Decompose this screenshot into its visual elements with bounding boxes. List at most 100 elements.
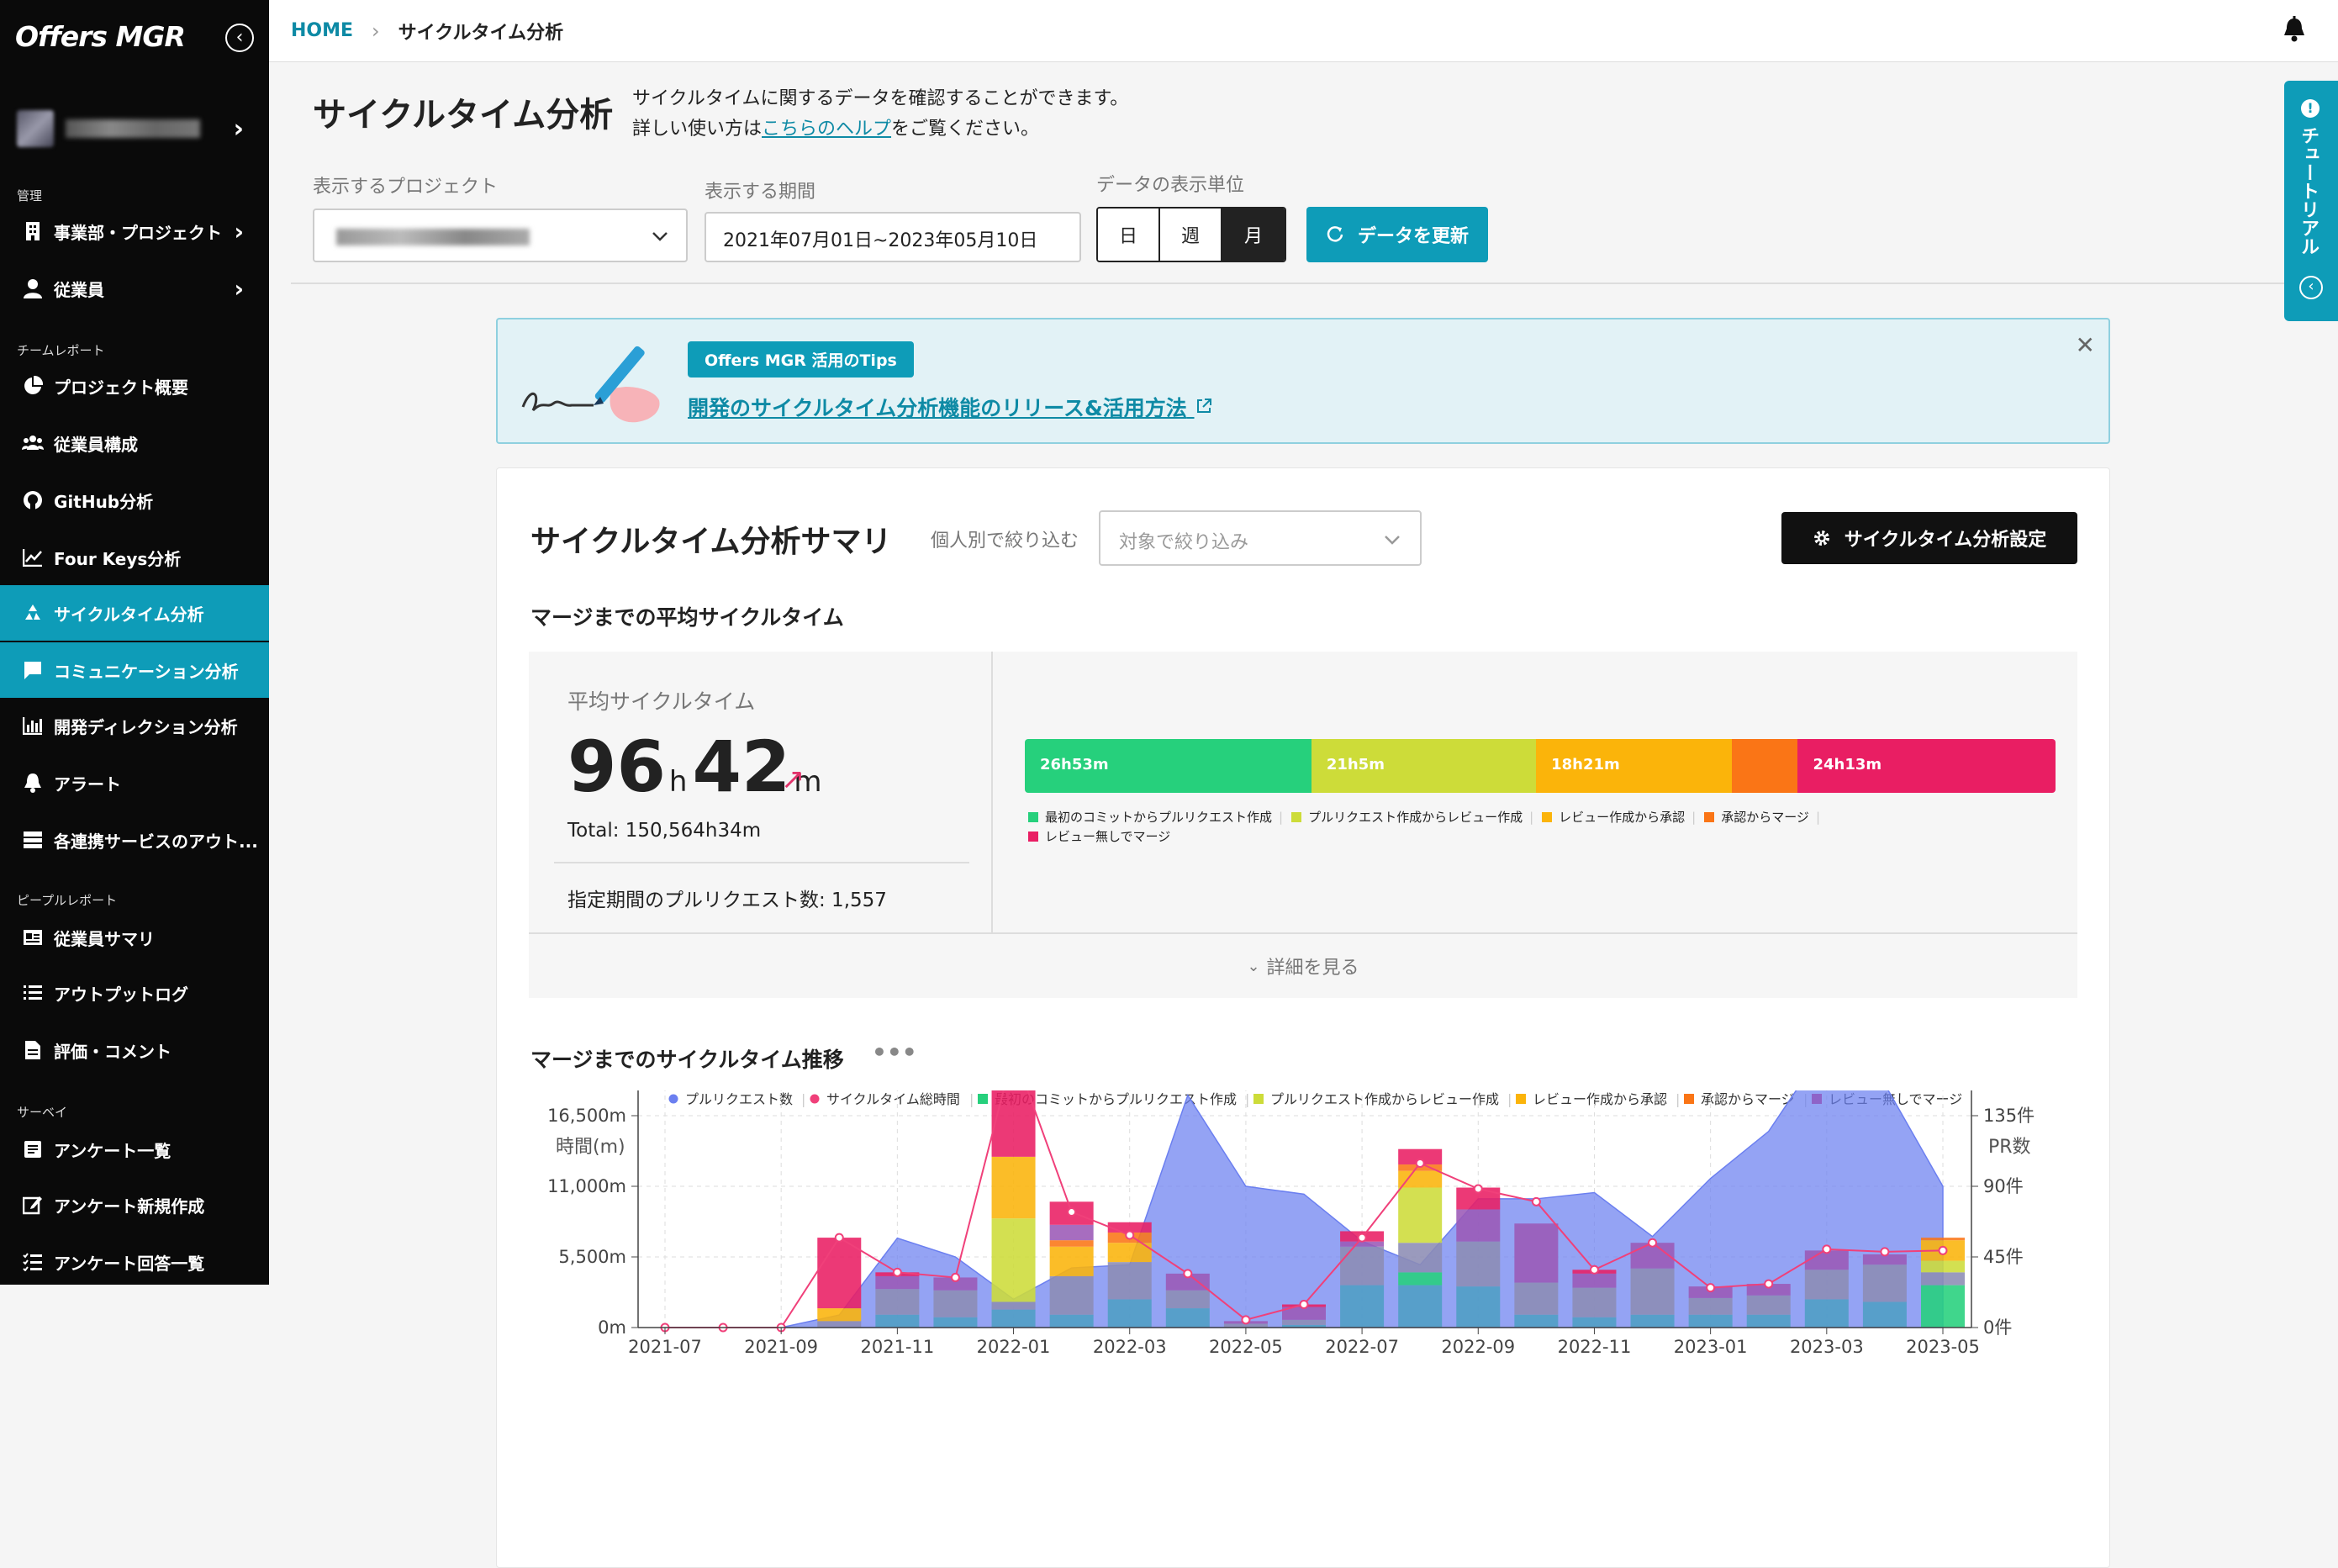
x-tick-label: 2023-01: [1674, 1337, 1748, 1357]
stacked-bar-segment: [1165, 1290, 1210, 1309]
target-filter-placeholder: 対象で絞り込み: [1119, 532, 1249, 553]
y-axis-title-left: 時間(m): [556, 1137, 625, 1158]
sidebar-item-github[interactable]: GitHub分析: [0, 473, 269, 528]
summary-title: サイクルタイム分析サマリ: [530, 525, 892, 559]
bar-chart-icon: [22, 715, 44, 736]
sidebar-item-four-keys[interactable]: Four Keys分析: [0, 530, 269, 585]
desc-prefix: 詳しい使い方は: [632, 119, 763, 140]
unit-week-button[interactable]: 週: [1160, 209, 1222, 261]
chat-bubble-icon: [22, 659, 44, 681]
tips-article-link[interactable]: 開発のサイクルタイム分析機能のリリース&活用方法: [688, 392, 1213, 422]
sidebar-item-survey-answers[interactable]: アンケート回答一覧: [0, 1234, 269, 1290]
phase-bar-legend: 最初のコミットからプルリクエスト作成 | プルリクエスト作成からレビュー作成 | レビュ…: [1028, 808, 1953, 847]
sidebar-item-label: アンケート一覧: [54, 1140, 172, 1161]
more-options-icon[interactable]: •••: [872, 1038, 917, 1066]
pr-count: 指定期間のプルリクエスト数: 1,557: [567, 890, 887, 911]
total-time-point: [1648, 1238, 1658, 1248]
legend-swatch: [1291, 812, 1302, 822]
gear-icon: [1813, 531, 1829, 546]
close-icon[interactable]: ✕: [2076, 331, 2095, 359]
total-time-point: [950, 1272, 960, 1282]
sidebar-item-survey-list[interactable]: アンケート一覧: [0, 1122, 269, 1177]
stacked-bar-segment: [1862, 1264, 1907, 1302]
pie-chart-icon: [22, 375, 44, 397]
stacked-bar-segment: [1049, 1240, 1094, 1247]
avg-cycle-time-label: 平均サイクルタイム: [567, 689, 756, 714]
tutorial-tab[interactable]: ! チュートリアル ‹: [2284, 81, 2338, 321]
sidebar-item-employee-composition[interactable]: 従業員構成: [0, 415, 269, 471]
project-select[interactable]: [313, 209, 688, 262]
unit-day-button[interactable]: 日: [1098, 209, 1160, 261]
sidebar-item-cycle-time[interactable]: サイクルタイム分析: [0, 585, 269, 641]
tips-badge: Offers MGR 活用のTips: [688, 341, 914, 377]
refresh-data-button[interactable]: データを更新: [1306, 207, 1488, 262]
sidebar-item-alert[interactable]: アラート: [0, 755, 269, 810]
y-tick-label-right: 45件: [1983, 1247, 2024, 1267]
y-tick-label-right: 135件: [1983, 1106, 2035, 1126]
server-icon: [22, 829, 44, 851]
sidebar-item-employee-summary[interactable]: 従業員サマリ: [0, 910, 269, 965]
app-logo[interactable]: Offers MGR: [15, 20, 186, 53]
sidebar-item-project-overview[interactable]: プロジェクト概要: [0, 358, 269, 414]
sidebar-item-development-direction[interactable]: 開発ディレクション分析: [0, 698, 269, 753]
stacked-bar-segment: [1049, 1246, 1094, 1276]
x-tick-label: 2021-09: [744, 1337, 818, 1357]
section-label-survey: サーベイ: [17, 1105, 68, 1120]
stacked-bar-segment: [1398, 1187, 1443, 1243]
total-time-point: [1706, 1283, 1716, 1293]
chart-legend-divider: |: [969, 1091, 974, 1107]
chevron-left-icon: ‹: [235, 27, 244, 48]
notification-bell-icon[interactable]: [2277, 13, 2311, 47]
sidebar-item-output-log[interactable]: アウトプットログ: [0, 965, 269, 1021]
total-time-point: [1589, 1264, 1599, 1275]
period-date-range-input[interactable]: 2021年07月01日~2023年05月10日: [705, 212, 1081, 262]
x-tick-label: 2022-11: [1558, 1337, 1632, 1357]
stacked-bar-segment: [991, 1156, 1036, 1219]
settings-label: サイクルタイム分析設定: [1844, 530, 2047, 551]
stacked-bar-segment: [1049, 1314, 1094, 1328]
sidebar-item-evaluation[interactable]: 評価・コメント: [0, 1022, 269, 1078]
chart-legend-label: サイクルタイム総時間: [826, 1092, 960, 1107]
trend-chart-title: マージまでのサイクルタイム推移: [530, 1048, 844, 1072]
legend-label: レビュー無しでマージ: [1045, 829, 1171, 844]
legend-divider: |: [1279, 810, 1284, 825]
unit-month-button[interactable]: 月: [1222, 209, 1285, 261]
top-bar: HOME › サイクルタイム分析: [269, 0, 2338, 62]
line-chart-icon: [22, 546, 44, 568]
checklist-icon: [22, 1251, 44, 1273]
sidebar-item-integration-output[interactable]: 各連携サービスのアウト...: [0, 812, 269, 868]
total-time-point: [1764, 1279, 1774, 1289]
sidebar-collapse-button[interactable]: ‹: [225, 24, 254, 52]
sidebar-item-survey-create[interactable]: アンケート新規作成: [0, 1177, 269, 1233]
help-link[interactable]: こちらのヘルプ: [762, 119, 891, 140]
x-tick-label: 2022-05: [1209, 1337, 1283, 1357]
sidebar-item-employees[interactable]: 従業員 ›: [0, 261, 269, 316]
phase-legend-item: レビュー無しでマージ: [1028, 827, 1170, 847]
total-time-point: [892, 1267, 902, 1277]
sidebar-item-departments[interactable]: 事業部・プロジェクト ›: [0, 203, 269, 259]
document-icon: [22, 1039, 44, 1061]
stacked-bar-segment: [1049, 1275, 1094, 1315]
legend-swatch: [1704, 812, 1715, 822]
show-details-button[interactable]: ⌄ 詳細を見る: [529, 932, 2077, 998]
total-time-point: [1822, 1244, 1832, 1254]
legend-label: プルリクエスト作成からレビュー作成: [1308, 810, 1523, 825]
legend-label: レビュー作成から承認: [1559, 810, 1686, 825]
avg-cycle-time-panel: 平均サイクルタイム 96 h42 m ↗ Total: 150,564h34m 指定…: [529, 652, 993, 932]
stacked-bar-segment: [991, 1090, 1036, 1157]
sidebar-item-communication[interactable]: コミュニケーション分析: [0, 642, 269, 698]
target-filter-select[interactable]: 対象で絞り込み: [1099, 510, 1422, 566]
y-axis-title-right: PR数: [1988, 1137, 2031, 1158]
stacked-bar-segment: [1746, 1314, 1791, 1328]
stacked-bar-segment: [1921, 1260, 1965, 1273]
stacked-bar-segment: [1688, 1297, 1733, 1315]
organization-switcher[interactable]: ›: [17, 108, 244, 150]
sidebar-item-label: アンケート新規作成: [54, 1196, 205, 1217]
sidebar-item-label: 各連携サービスのアウト...: [54, 831, 258, 852]
stacked-bar-segment: [817, 1321, 862, 1328]
cycle-time-settings-button[interactable]: サイクルタイム分析設定: [1781, 512, 2077, 564]
stacked-bar-segment: [875, 1275, 920, 1290]
stacked-bar-segment: [1456, 1286, 1501, 1328]
breadcrumb-home-link[interactable]: HOME: [291, 20, 353, 41]
period-label: 表示する期間: [705, 182, 816, 203]
